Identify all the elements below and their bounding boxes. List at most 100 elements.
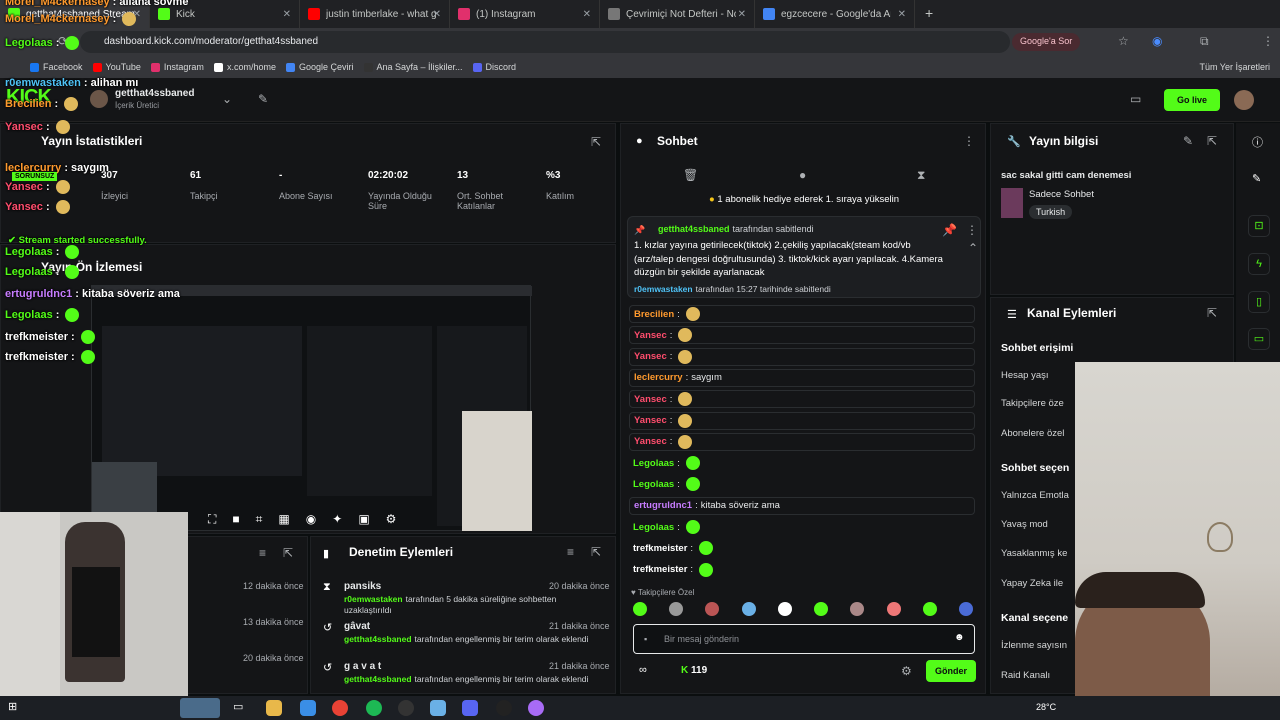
- chevron-up-icon[interactable]: ⌃: [968, 241, 978, 255]
- bookmark-icon[interactable]: ▯: [1248, 291, 1270, 313]
- popout-icon[interactable]: ⇱: [591, 135, 601, 149]
- chat-message[interactable]: Legolaas:: [629, 518, 975, 536]
- emote-icon[interactable]: [669, 602, 684, 616]
- lightning-icon[interactable]: ϟ: [1248, 253, 1270, 275]
- gear-icon[interactable]: ⚙: [901, 664, 912, 678]
- channel-action-item[interactable]: Raid Kanalı: [1001, 670, 1050, 681]
- chat-message[interactable]: Yansec:: [629, 347, 975, 366]
- chat-message[interactable]: Legolaas:: [629, 475, 975, 493]
- mod-actor[interactable]: getthat4ssbaned: [344, 674, 412, 684]
- trash-icon[interactable]: 🗑: [683, 168, 698, 182]
- profile-avatar[interactable]: [1234, 90, 1254, 110]
- browser-tab[interactable]: egzcecere - Google'da Ara ✕: [755, 0, 915, 28]
- camera-icon[interactable]: ▭: [1130, 92, 1141, 106]
- chat-message[interactable]: ertugruldnc1: kitaba söveriz ama: [629, 496, 975, 515]
- puzzle-icon[interactable]: ⧉: [1200, 34, 1209, 49]
- close-icon[interactable]: ✕: [738, 9, 746, 20]
- camera-ctrl-icon[interactable]: ■: [232, 512, 239, 532]
- chrome-icon[interactable]: [332, 700, 348, 716]
- discord-icon[interactable]: [462, 700, 478, 716]
- infinity-icon[interactable]: ∞: [639, 664, 647, 676]
- channel-action-item[interactable]: Yavaş mod: [1001, 519, 1048, 530]
- emote-icon[interactable]: [886, 602, 901, 616]
- emote-icon[interactable]: [777, 602, 792, 616]
- chat-message[interactable]: Yansec:: [629, 411, 975, 430]
- emote-icon[interactable]: [705, 602, 720, 616]
- chat-message[interactable]: Yansec:: [629, 326, 975, 345]
- google-ask-button[interactable]: Google'a Sor: [1012, 33, 1081, 51]
- preview-controls[interactable]: ⛶ ■ ⌗ ▦ ◉ ✦ ▣ ⚙: [202, 512, 532, 532]
- new-tab-icon[interactable]: +: [915, 0, 943, 28]
- popout-icon[interactable]: ⇱: [591, 545, 601, 559]
- emoji-icon[interactable]: ☻: [954, 632, 965, 643]
- emote-icon[interactable]: [922, 602, 937, 616]
- chat-username[interactable]: trefkmeister: [633, 543, 687, 554]
- emote-icon[interactable]: [633, 602, 647, 616]
- close-icon[interactable]: ✕: [898, 9, 906, 20]
- star-icon[interactable]: ☆: [1118, 34, 1129, 48]
- app-icon[interactable]: [528, 700, 544, 716]
- chat-username[interactable]: trefkmeister: [633, 564, 687, 575]
- more-icon[interactable]: ⋮: [966, 223, 978, 237]
- channel-action-item[interactable]: Abonelere özel: [1001, 428, 1064, 439]
- send-button[interactable]: Gönder: [926, 660, 976, 682]
- chat-username[interactable]: ertugruldnc1: [634, 500, 692, 511]
- emote-icon[interactable]: [958, 602, 973, 616]
- chat-username[interactable]: Brecilien: [634, 309, 674, 320]
- browser-tab[interactable]: justin timberlake - what goes a✕: [300, 0, 450, 28]
- filter-icon[interactable]: ≡: [567, 545, 574, 559]
- edit-icon[interactable]: ✎: [1183, 134, 1193, 148]
- obs-icon[interactable]: [398, 700, 414, 716]
- go-live-button[interactable]: Go live: [1164, 89, 1220, 111]
- chat-message[interactable]: trefkmeister:: [629, 539, 975, 557]
- info-icon[interactable]: ⓘ: [1252, 134, 1263, 150]
- spotify-icon[interactable]: [366, 700, 382, 716]
- chat-username[interactable]: Yansec: [634, 436, 667, 447]
- chat-message[interactable]: Yansec:: [629, 390, 975, 409]
- mod-actor[interactable]: getthat4ssbaned: [344, 634, 412, 644]
- popout-icon[interactable]: ⇱: [1207, 134, 1217, 148]
- chat-username[interactable]: Yansec: [634, 394, 667, 405]
- pen-icon[interactable]: ✎: [1252, 172, 1261, 185]
- app-icon[interactable]: [430, 700, 446, 716]
- chat-username[interactable]: Yansec: [634, 415, 667, 426]
- widget-thumbnail[interactable]: [180, 698, 220, 718]
- pinned-message[interactable]: 📌 getthat4ssbaned tarafından sabitlendi 📌…: [627, 216, 981, 298]
- chat-username[interactable]: Legolaas: [633, 522, 674, 533]
- emote-icon[interactable]: [850, 602, 865, 616]
- more-icon[interactable]: ⋮: [963, 134, 975, 148]
- emote-icon[interactable]: [814, 602, 829, 616]
- chat-username[interactable]: Legolaas: [633, 479, 674, 490]
- popout-icon[interactable]: ⇱: [1207, 306, 1217, 320]
- browser-tab[interactable]: Çevrimiçi Not Defteri - Notlarınız✕: [600, 0, 755, 28]
- sparkle-icon[interactable]: ✦: [332, 512, 342, 532]
- chat-bubble-icon[interactable]: ●: [799, 168, 806, 182]
- grid-icon[interactable]: ▦: [278, 512, 289, 532]
- channel-action-item[interactable]: Hesap yaşı: [1001, 370, 1049, 381]
- bookmark-item[interactable]: Discord: [472, 62, 516, 72]
- browser-tab[interactable]: (1) Instagram ✕: [450, 0, 600, 28]
- chat-message[interactable]: leclercurry: saygım: [629, 368, 975, 387]
- bookmark-item[interactable]: Ana Sayfa – İlişkiler...: [363, 62, 463, 72]
- channel-action-item[interactable]: Takipçilere öze: [1001, 398, 1064, 409]
- close-icon[interactable]: ✕: [283, 9, 291, 20]
- menu-icon[interactable]: ⋮: [1262, 34, 1274, 48]
- fullscreen-icon[interactable]: ⛶: [208, 512, 216, 532]
- app-icon[interactable]: [496, 700, 512, 716]
- emote-bar[interactable]: [633, 602, 973, 620]
- channel-action-item[interactable]: Yapay Zeka ile: [1001, 578, 1063, 589]
- close-icon[interactable]: ✕: [583, 9, 591, 20]
- chat-message[interactable]: Yansec:: [629, 432, 975, 451]
- hourglass-icon[interactable]: ⧗: [917, 168, 925, 183]
- extension-icon[interactable]: ◉: [1152, 34, 1162, 48]
- edge-icon[interactable]: [300, 700, 316, 716]
- filter-icon[interactable]: ≡: [259, 546, 266, 560]
- task-view-icon[interactable]: ▭: [233, 700, 249, 716]
- mod-actor[interactable]: r0emwastaken: [344, 594, 403, 604]
- weather[interactable]: 28°C: [1036, 702, 1056, 712]
- chat-side-icon[interactable]: ▭: [1248, 328, 1270, 350]
- chat-username[interactable]: Legolaas: [633, 458, 674, 469]
- popout-icon[interactable]: ⇱: [283, 546, 293, 560]
- points[interactable]: K 119: [681, 665, 707, 676]
- target-icon[interactable]: ⊡: [1248, 215, 1270, 237]
